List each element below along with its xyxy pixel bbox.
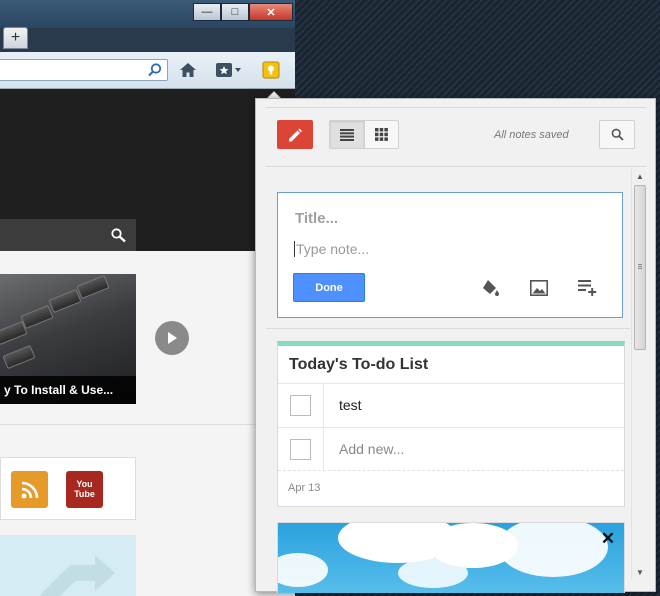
pencil-icon — [289, 128, 302, 141]
todo-checkbox[interactable] — [290, 395, 311, 416]
todo-note-card[interactable]: Today's To-do List test Add new... Apr 1… — [277, 341, 625, 507]
note-composer: Title... Type note... Done — [277, 192, 623, 318]
play-icon — [168, 332, 177, 344]
divider — [266, 328, 630, 329]
search-notes-button[interactable] — [599, 120, 635, 149]
browser-window: — □ ✕ + y To Install & Use... You Tube — [0, 0, 295, 596]
note-body-input[interactable]: Type note... — [294, 241, 369, 257]
new-note-button[interactable] — [277, 120, 313, 149]
add-item-input[interactable]: Add new... — [339, 441, 404, 457]
tab-strip: + — [0, 26, 295, 52]
grid-view-icon — [374, 128, 388, 141]
view-mode-toggle — [329, 120, 399, 149]
paint-bucket-icon[interactable] — [480, 277, 502, 299]
video-caption[interactable]: y To Install & Use... — [0, 376, 136, 404]
image-icon[interactable] — [528, 277, 550, 299]
youtube-icon[interactable]: You Tube — [66, 471, 103, 508]
promo-banner[interactable] — [0, 535, 136, 596]
todo-checkbox[interactable] — [290, 439, 311, 460]
search-icon[interactable] — [147, 62, 163, 78]
checklist-add-icon[interactable] — [576, 277, 598, 299]
list-view-icon — [339, 128, 354, 141]
window-controls: — □ ✕ — [193, 3, 293, 21]
todo-add-row: Add new... — [278, 427, 624, 471]
image-note-card[interactable]: ✕ — [277, 522, 625, 593]
popup-header: All notes saved — [266, 107, 646, 167]
web-page-content: y To Install & Use... You Tube — [0, 89, 295, 596]
search-icon — [611, 128, 624, 141]
save-status: All notes saved — [494, 129, 569, 141]
todo-item: test — [278, 383, 624, 427]
note-title-input[interactable]: Title... — [295, 210, 338, 227]
note-title[interactable]: Today's To-do List — [289, 356, 428, 374]
new-tab-button[interactable]: + — [3, 27, 28, 49]
todo-item-text[interactable]: test — [339, 397, 362, 413]
scroll-up-arrow[interactable]: ▲ — [632, 169, 648, 183]
close-icon[interactable]: ✕ — [600, 530, 616, 547]
window-titlebar: — □ ✕ — [0, 0, 295, 28]
home-icon[interactable] — [177, 60, 199, 80]
keep-popup: All notes saved Title... Type note... Do… — [255, 98, 656, 593]
minimize-button[interactable]: — — [193, 3, 221, 21]
divider — [0, 424, 295, 425]
done-button[interactable]: Done — [293, 273, 365, 302]
site-search-bar[interactable] — [0, 219, 136, 251]
search-icon[interactable] — [110, 227, 128, 248]
maximize-button[interactable]: □ — [221, 3, 249, 21]
grid-view-button[interactable] — [363, 121, 398, 148]
close-button[interactable]: ✕ — [249, 3, 293, 21]
keep-extension-icon[interactable] — [260, 60, 282, 80]
play-button[interactable] — [155, 321, 189, 355]
scrollbar-thumb[interactable] — [634, 185, 646, 350]
bookmarks-icon[interactable] — [214, 60, 244, 80]
rss-icon[interactable] — [11, 471, 48, 508]
video-thumbnail[interactable]: y To Install & Use... — [0, 274, 136, 404]
browser-toolbar — [0, 52, 295, 89]
scroll-down-arrow[interactable]: ▼ — [632, 565, 648, 579]
list-view-button[interactable] — [330, 121, 364, 148]
social-links: You Tube — [0, 457, 136, 520]
note-date: Apr 13 — [288, 482, 321, 494]
address-bar[interactable] — [0, 59, 168, 81]
scrollbar[interactable]: ▲ ▼ — [631, 169, 647, 579]
notes-list: Title... Type note... Done Today's To-do… — [266, 171, 630, 593]
